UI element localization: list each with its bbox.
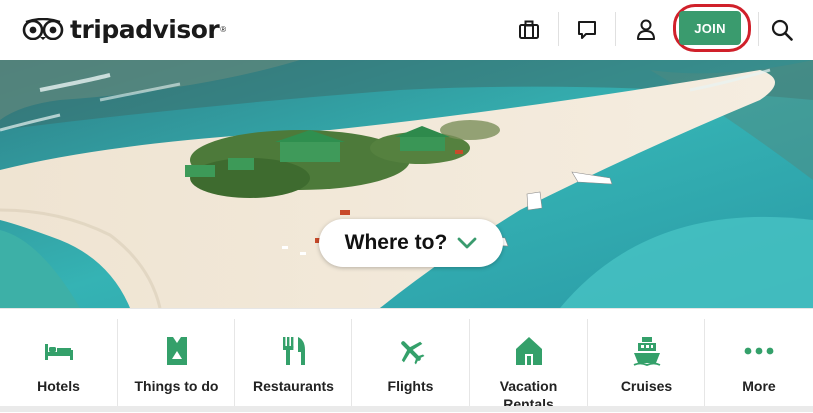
registered-mark: ® <box>220 24 227 34</box>
logo-wordmark: tripadvisor <box>70 14 220 44</box>
header-divider <box>558 12 559 46</box>
where-to-search-button[interactable]: Where to? <box>319 219 503 267</box>
owl-logo-icon <box>22 18 64 40</box>
ship-icon <box>633 335 661 367</box>
house-icon <box>515 335 543 367</box>
hero-image: Where to? <box>0 60 813 308</box>
header-divider <box>758 12 759 46</box>
category-label: Restaurants <box>253 378 334 394</box>
category-flights[interactable]: Flights <box>352 309 469 413</box>
ticket-icon <box>165 335 189 367</box>
category-cruises[interactable]: Cruises <box>588 309 705 413</box>
airplane-icon <box>396 335 426 367</box>
category-things-to-do[interactable]: Things to do <box>118 309 235 413</box>
category-label: Things to do <box>134 378 219 394</box>
category-label: More <box>742 378 776 394</box>
fork-knife-icon <box>281 335 307 367</box>
messages-icon[interactable] <box>571 14 603 46</box>
where-to-label: Where to? <box>344 231 448 254</box>
tripadvisor-logo[interactable]: tripadvisor ® <box>22 12 226 46</box>
profile-icon[interactable] <box>630 14 662 46</box>
search-icon[interactable] <box>766 14 798 46</box>
bottom-divider <box>0 406 813 412</box>
header-divider <box>615 12 616 46</box>
trips-icon[interactable] <box>513 14 545 46</box>
category-vacation-rentals[interactable]: Vacation Rentals <box>470 309 587 413</box>
category-hotels[interactable]: Hotels <box>0 309 117 413</box>
category-label: Hotels <box>37 378 80 394</box>
category-restaurants[interactable]: Restaurants <box>235 309 352 413</box>
join-button[interactable]: JOIN <box>679 11 741 45</box>
category-bar: Hotels Things to do Restaurants Flights … <box>0 308 813 412</box>
chevron-down-icon <box>457 237 477 249</box>
category-more[interactable]: More <box>705 309 813 413</box>
more-dots-icon <box>744 335 774 367</box>
category-label: Cruises <box>620 378 673 394</box>
beach-island-photo <box>0 60 813 308</box>
bed-icon <box>44 335 74 367</box>
top-header: tripadvisor ® JOIN <box>0 0 813 60</box>
category-label: Flights <box>387 378 434 394</box>
